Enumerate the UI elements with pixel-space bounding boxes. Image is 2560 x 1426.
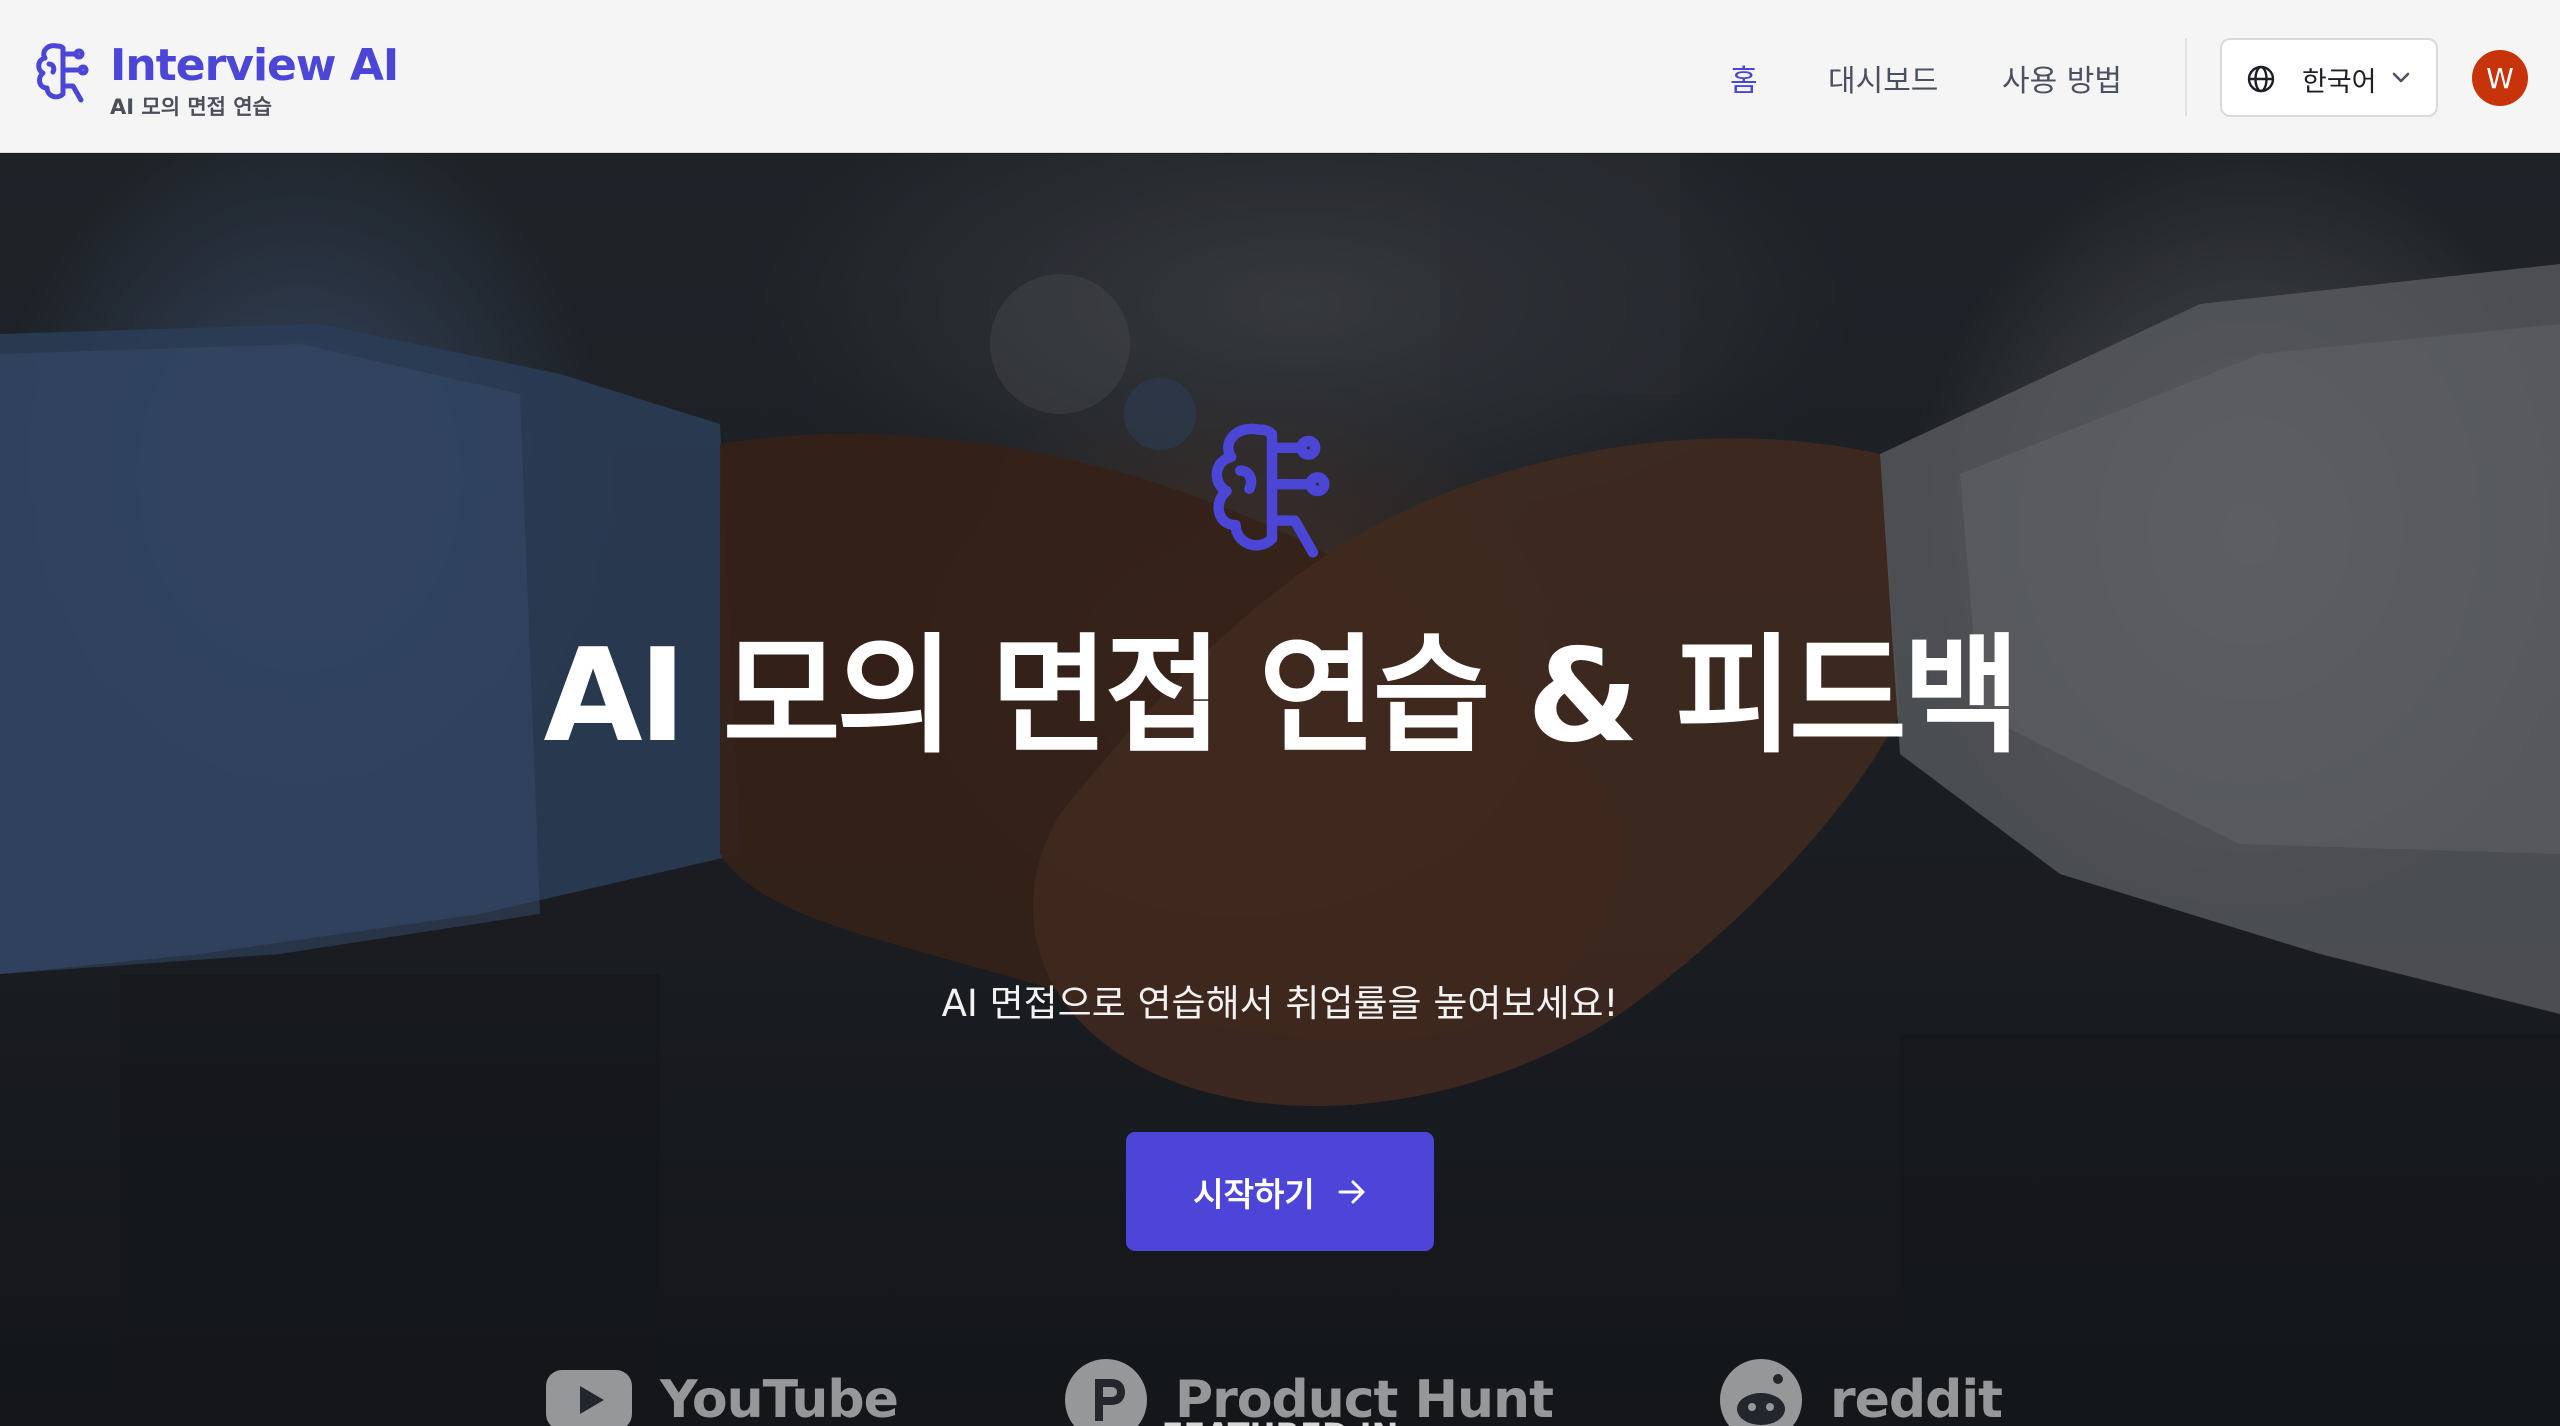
language-selector[interactable]: 한국어 xyxy=(2220,38,2438,117)
hero-subtitle: AI 면접으로 연습해서 취업률을 높여보세요! xyxy=(941,982,1619,1025)
arrow-right-icon xyxy=(1338,1180,1365,1203)
start-button-label: 시작하기 xyxy=(1193,1175,1315,1213)
hero-title: AI 모의 면접 연습 & 피드백 xyxy=(543,622,2021,771)
user-avatar[interactable]: W xyxy=(2472,50,2528,106)
globe-icon xyxy=(2247,65,2275,93)
product-hunt-icon xyxy=(1065,1359,1147,1426)
brand-name: Interview AI xyxy=(110,40,399,91)
hero-section: AI 모의 면접 연습 & 피드백 AI 면접으로 연습해서 취업률을 높여보세… xyxy=(0,154,2560,1426)
featured-youtube[interactable]: YouTube xyxy=(544,1365,899,1426)
language-label: 한국어 xyxy=(2302,67,2377,98)
featured-product-hunt-name: Product Hunt xyxy=(1175,1370,1554,1426)
brain-hero-icon xyxy=(1211,423,1330,558)
youtube-icon xyxy=(546,1370,632,1426)
featured-reddit-name: reddit xyxy=(1830,1370,2003,1426)
featured-product-hunt[interactable]: Product Hunt xyxy=(1063,1359,1554,1426)
nav-home-link[interactable]: 홈 xyxy=(1730,56,1758,100)
brand-tagline: AI 모의 면접 연습 xyxy=(110,95,272,119)
brand-logo-link[interactable]: Interview AI AI 모의 면접 연습 xyxy=(33,40,399,120)
brain-logo-icon xyxy=(36,43,89,103)
featured-reddit[interactable]: reddit xyxy=(1718,1359,2003,1426)
nav-dashboard-link[interactable]: 대시보드 xyxy=(1828,56,1938,100)
start-button[interactable]: 시작하기 xyxy=(1126,1132,1434,1251)
top-navigation-bar: Interview AI AI 모의 면접 연습 홈 대시보드 사용 방법 한국… xyxy=(0,0,2560,153)
reddit-icon xyxy=(1720,1359,1802,1426)
header-divider xyxy=(2185,38,2187,116)
chevron-down-icon xyxy=(2392,72,2410,83)
nav-how-to-use-link[interactable]: 사용 방법 xyxy=(2002,56,2122,100)
featured-youtube-name: YouTube xyxy=(660,1370,899,1426)
